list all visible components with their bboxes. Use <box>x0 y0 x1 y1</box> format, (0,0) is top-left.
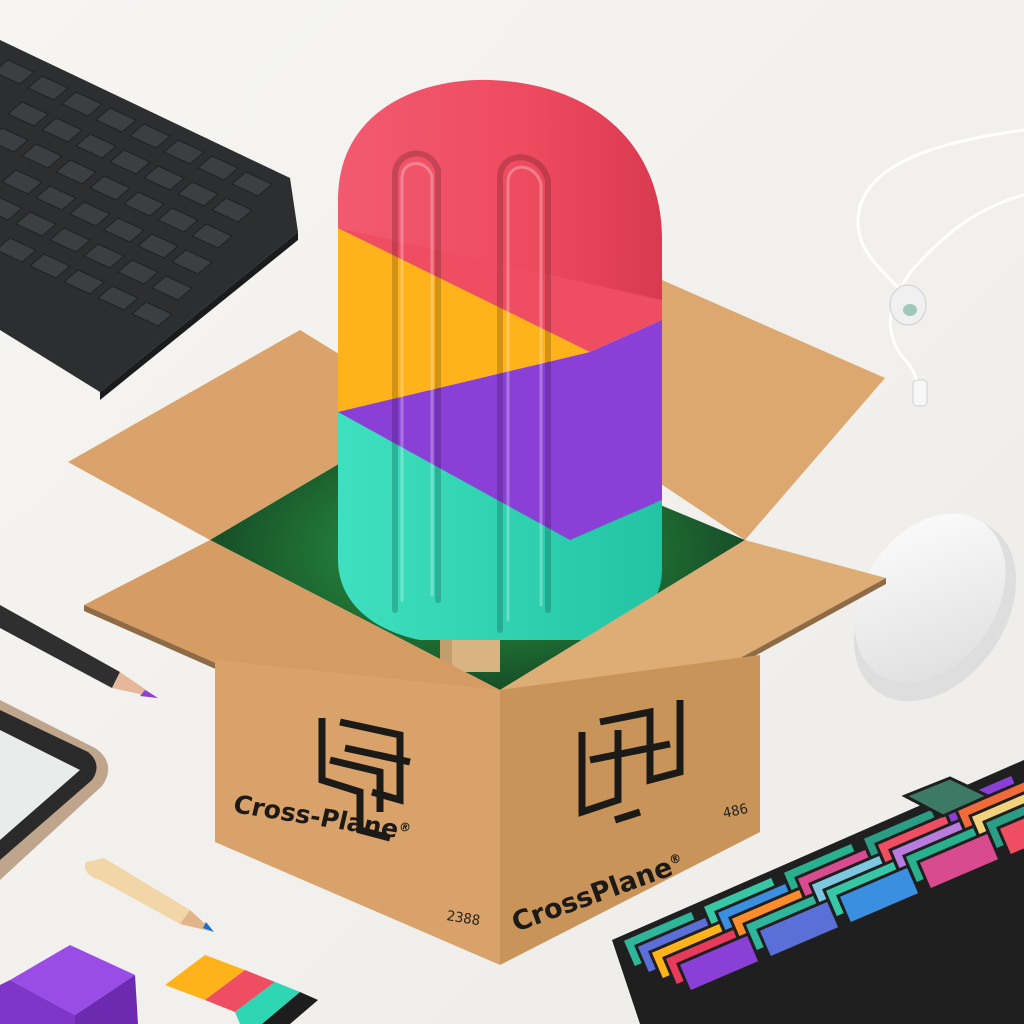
illustration-scene: Cross-Plane® 2388 CrossPlane® 486 <box>0 0 1024 1024</box>
popsicle <box>338 79 662 672</box>
scene-svg: Cross-Plane® 2388 CrossPlane® 486 <box>0 0 1024 1024</box>
